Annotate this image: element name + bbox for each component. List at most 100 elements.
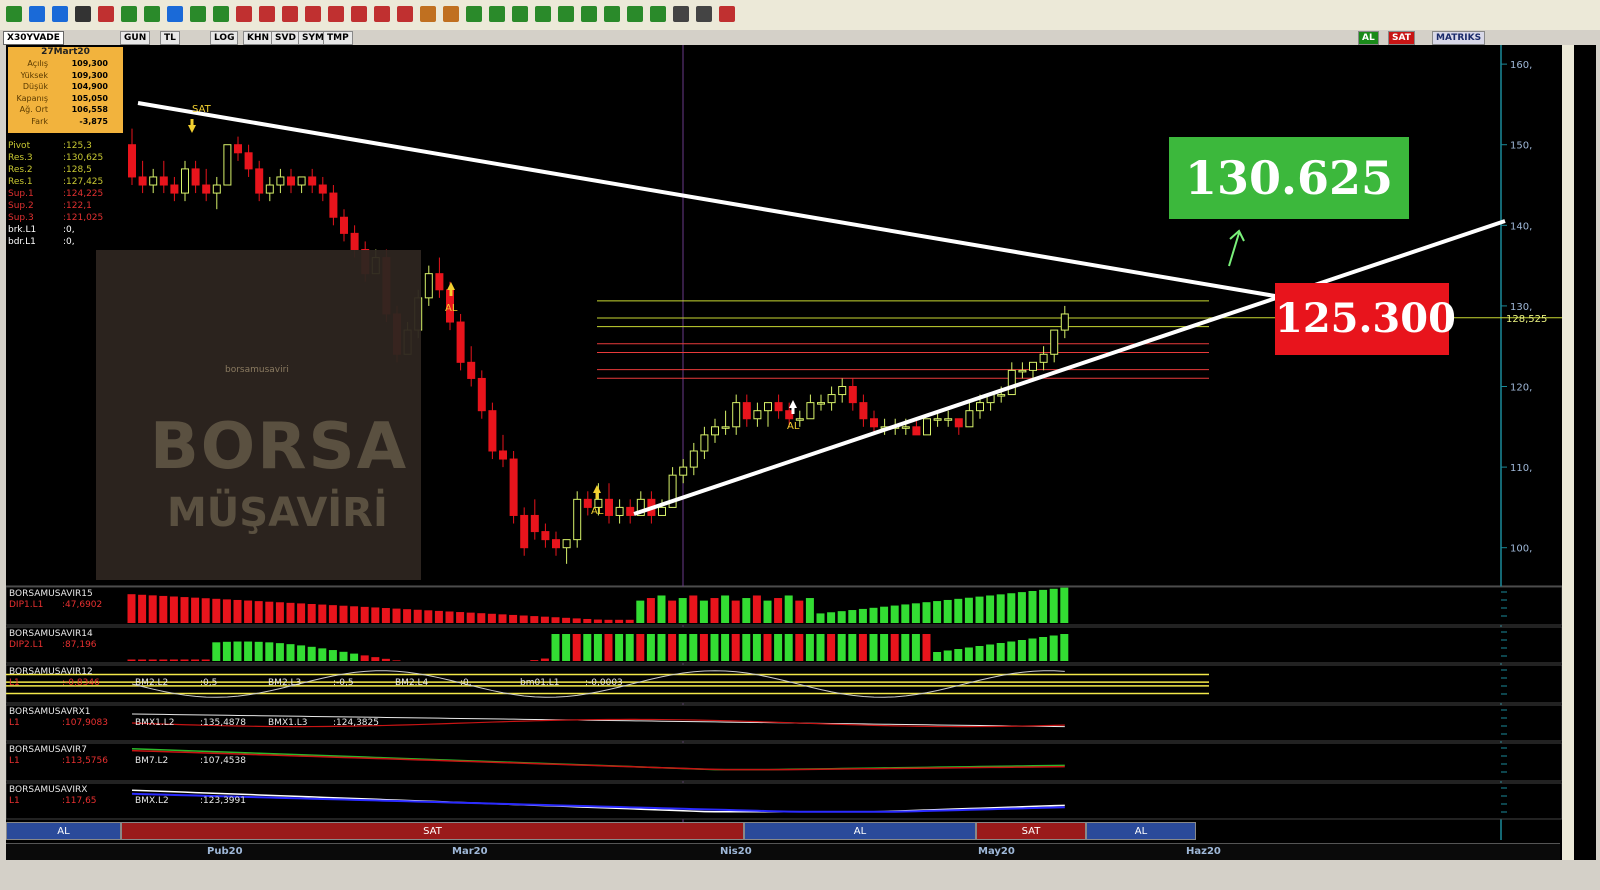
histogram-bar <box>456 612 465 623</box>
histogram-bar <box>350 606 359 623</box>
histogram-bar <box>519 615 528 623</box>
ohlc-info-box: 27Mart20 Açılış 109,300 Yüksek 109,300 Düşük… <box>8 47 123 133</box>
trendline-icon[interactable] <box>121 6 137 22</box>
bell-icon[interactable] <box>443 6 459 22</box>
menubar-button-gun[interactable]: GUN <box>120 31 151 45</box>
lock-icon[interactable] <box>420 6 436 22</box>
pencil-icon[interactable] <box>75 6 91 22</box>
histogram-bar <box>625 634 634 661</box>
info-row: Yüksek 109,300 <box>8 70 123 82</box>
ruler-icon[interactable] <box>282 6 298 22</box>
chart-icon[interactable] <box>6 6 22 22</box>
candle-body <box>689 450 698 468</box>
histogram-bar <box>604 619 613 623</box>
move-icon[interactable] <box>512 6 528 22</box>
histogram-bar <box>297 603 306 623</box>
info-row: Düşük 104,900 <box>8 81 123 93</box>
arrow-icon[interactable] <box>328 6 344 22</box>
histogram-bar <box>381 658 390 661</box>
indicator-extra-key: BMX1.L2 <box>135 718 175 728</box>
histogram-bar <box>721 634 730 661</box>
histogram-bar <box>922 634 931 661</box>
indicator-value: :-0,8346 <box>62 678 100 688</box>
candle-body <box>753 410 762 420</box>
down-icon[interactable] <box>650 6 666 22</box>
vline-icon[interactable] <box>213 6 229 22</box>
info-value: 109,300 <box>71 70 108 80</box>
reset-icon[interactable] <box>558 6 574 22</box>
histogram-bar <box>1017 640 1026 661</box>
histogram-bar <box>169 659 178 661</box>
histogram-bar <box>1028 591 1037 623</box>
histogram-bar <box>244 641 253 661</box>
candle-body <box>742 402 751 420</box>
histogram-bar <box>922 602 931 623</box>
histogram-bar <box>805 634 814 661</box>
menubar-button-sat[interactable]: SAT <box>1388 31 1415 45</box>
grid-icon[interactable] <box>535 6 551 22</box>
channel-icon[interactable] <box>167 6 183 22</box>
histogram-bar <box>562 634 571 661</box>
hline-icon[interactable] <box>190 6 206 22</box>
symbol-label[interactable]: X30YVADE <box>3 31 64 45</box>
histogram-bar <box>1007 641 1016 661</box>
candle-body <box>573 498 582 541</box>
candle-body <box>954 418 963 428</box>
signal-label: AL <box>787 421 800 432</box>
menubar-button-tmp[interactable]: TMP <box>323 31 353 45</box>
magnet-icon[interactable] <box>397 6 413 22</box>
info-value: 105,050 <box>71 93 108 103</box>
histogram-bar <box>901 604 910 623</box>
eraser-icon[interactable] <box>351 6 367 22</box>
menubar-button-svd[interactable]: SVD <box>271 31 300 45</box>
text-icon[interactable] <box>305 6 321 22</box>
histogram-bar <box>668 634 677 661</box>
menubar-button-al[interactable]: AL <box>1358 31 1379 45</box>
close-icon[interactable] <box>719 6 735 22</box>
zoom-icon[interactable] <box>374 6 390 22</box>
arc-icon[interactable] <box>236 6 252 22</box>
histogram-bar <box>827 612 836 623</box>
trash-icon[interactable] <box>466 6 482 22</box>
indicator-value: :47,6902 <box>62 600 103 610</box>
menubar-button-khn[interactable]: KHN <box>243 31 274 45</box>
menubar-button-tl[interactable]: TL <box>160 31 180 45</box>
histogram-bar <box>297 645 306 661</box>
pivot-value: :0, <box>63 225 75 235</box>
candle-body <box>287 176 295 186</box>
histogram-bar <box>138 594 147 623</box>
price-tick-label: 130, <box>1510 302 1532 313</box>
print-icon[interactable] <box>489 6 505 22</box>
histogram-bar <box>964 647 973 661</box>
indicator-extra-value: :107,4538 <box>200 756 246 766</box>
pivot-key: brk.L1 <box>8 225 37 235</box>
crosshair-icon[interactable] <box>52 6 68 22</box>
fibonacci-icon[interactable] <box>144 6 160 22</box>
histogram-bar <box>593 619 602 623</box>
cursor-icon[interactable] <box>29 6 45 22</box>
histogram-bar <box>646 634 655 661</box>
candle-body <box>234 144 242 154</box>
settings-icon[interactable] <box>696 6 712 22</box>
right-scrollbar[interactable] <box>1562 45 1574 865</box>
candle-body <box>732 402 741 428</box>
indicator-line-label: L1 <box>9 796 20 806</box>
pivot-row: Pivot:125,3 <box>8 140 128 152</box>
right-icon[interactable] <box>604 6 620 22</box>
histogram-bar <box>604 634 613 661</box>
indicator-extra-key: BM7.L2 <box>135 756 169 766</box>
menubar-button-log[interactable]: LOG <box>210 31 239 45</box>
histogram-bar <box>816 613 825 623</box>
histogram-bar <box>434 610 443 623</box>
histogram-bar <box>371 607 380 623</box>
brush-icon[interactable] <box>259 6 275 22</box>
left-icon[interactable] <box>581 6 597 22</box>
menubar-button-matriks[interactable]: MATRIKS <box>1432 31 1486 45</box>
histogram-bar <box>752 595 761 623</box>
histogram-bar <box>371 657 380 661</box>
tools-icon[interactable] <box>98 6 114 22</box>
up-icon[interactable] <box>627 6 643 22</box>
signal-label: AL <box>591 506 604 517</box>
info-key: Kapanış <box>16 93 48 103</box>
search-icon[interactable] <box>673 6 689 22</box>
